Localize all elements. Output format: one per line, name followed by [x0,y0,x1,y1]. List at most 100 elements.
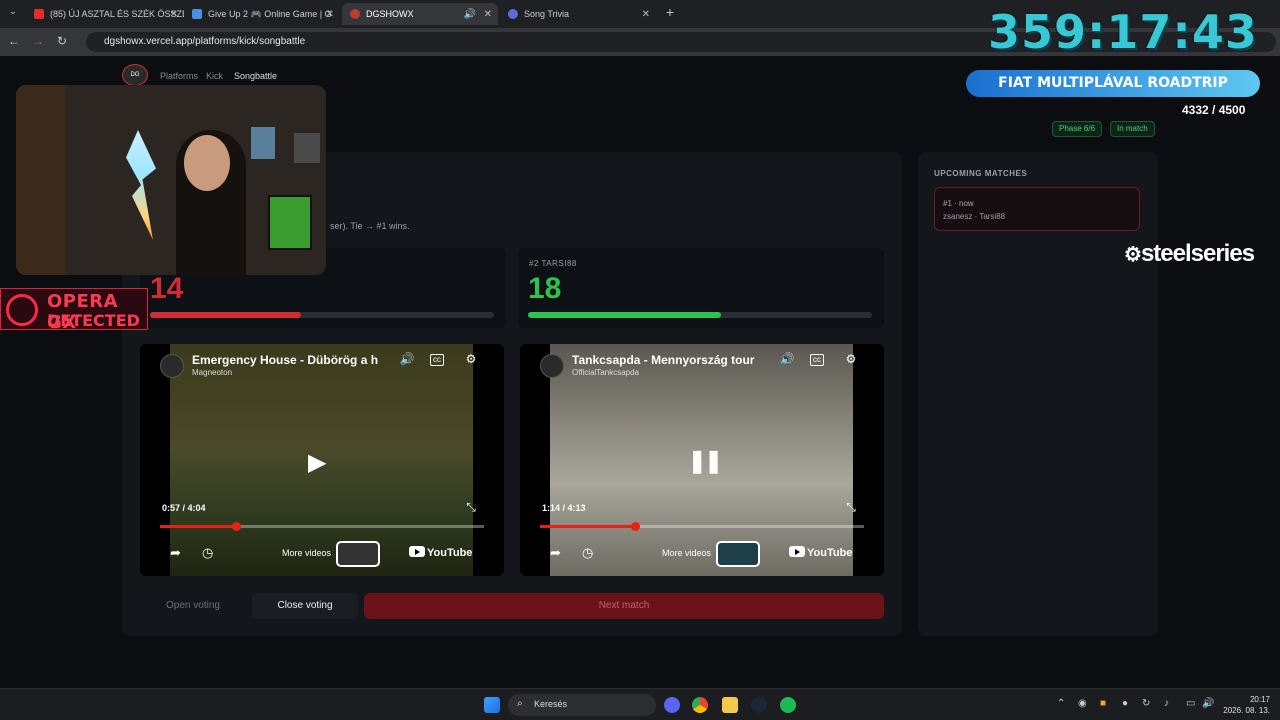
tab-2[interactable]: Give Up 2 🎮 Online Game | G ✕ [184,3,340,25]
breadcrumb-kick[interactable]: Kick [206,71,223,81]
new-tab-icon[interactable]: + [662,4,678,20]
fullscreen-icon[interactable]: ⤡ [842,500,860,516]
close-tab-icon[interactable]: ✕ [484,9,492,20]
video-2-scrubber-knob[interactable] [630,522,640,531]
volume-icon[interactable]: 🔊 [398,352,416,368]
tab-1-title: (85) ÚJ ASZTAL ÉS SZÉK ÖSSZE [50,9,184,19]
search-placeholder: Keresés [534,699,568,709]
close-tab-icon[interactable]: ✕ [642,9,650,20]
video-1-channel[interactable]: Magneoton [192,368,232,377]
share-icon[interactable]: ➦ [550,545,561,561]
settings-gear-icon[interactable]: ⚙ [462,352,480,368]
watch-later-icon[interactable]: ◷ [202,545,213,561]
taskbar-clock[interactable]: 20:17 2026. 08. 13. [1222,694,1270,716]
wall-poster-2 [294,133,320,163]
trivia-favicon-icon [508,9,518,19]
discord-icon[interactable] [664,697,680,713]
channel-avatar-icon[interactable] [160,354,184,378]
microphone-icon[interactable]: ♪ [1164,698,1169,709]
detected-label: DETECTED [47,311,140,330]
contestant-1-bar-fill [150,312,302,318]
contestant-2-bar-fill [528,312,721,318]
settings-gear-icon[interactable]: ⚙ [842,352,860,368]
captions-icon[interactable]: cc [430,354,444,366]
youtube-wordmark: YouTube [427,547,473,559]
pause-icon[interactable]: ❚❚ [688,448,723,474]
goal-progress: 4332 / 4500 [1182,103,1246,117]
dgshowx-favicon-icon [350,9,360,19]
upcoming-match-card[interactable] [934,187,1140,231]
upcoming-title: UPCOMING MATCHES [934,169,1028,178]
tray-app2-icon[interactable]: ● [1122,698,1128,709]
neon-lightning-icon [126,130,156,240]
close-tab-icon[interactable]: ✕ [326,9,334,20]
phase-badge: Phase 6/6 [1052,121,1103,137]
dgshowx-logo[interactable]: DG SHOWX [122,64,148,98]
video-1-title[interactable]: Emergency House - Dübörög a h [192,353,382,367]
more-videos-label[interactable]: More videos [662,548,711,558]
webcam-wall-panel [16,85,66,275]
next-match-button[interactable]: Next match [364,593,884,619]
forward-icon[interactable]: → [30,34,46,48]
speaker-icon[interactable]: 🔊 [464,9,476,20]
youtube-logo[interactable]: YouTube [409,546,472,559]
tab-4-title: Song Trivia [524,9,570,19]
tray-steam-icon[interactable]: ◉ [1078,698,1087,709]
green-poster [268,195,312,250]
wall-poster-1 [251,127,275,159]
video-1-time: 0:57 / 4:04 [162,503,206,513]
breadcrumb-platforms[interactable]: Platforms [160,71,198,81]
goal-banner: FIAT MULTIPLÁVAL ROADTRIP [966,70,1260,97]
volume-icon[interactable]: 🔊 [778,352,796,368]
open-voting-button[interactable]: Open voting [140,593,246,619]
clock-time: 20:17 [1249,695,1270,704]
steam-icon[interactable] [751,697,767,713]
video-2-channel[interactable]: OfficialTankcsapda [572,368,639,377]
taskbar-search[interactable]: ⌕ Keresés [508,694,656,716]
video-2-title[interactable]: Tankcsapda - Mennyország tour [572,353,762,367]
tray-sync-icon[interactable]: ↻ [1142,698,1150,709]
tab-1[interactable]: (85) ÚJ ASZTAL ÉS SZÉK ÖSSZE ✕ [26,3,184,25]
upcoming-match-players: zsanesz · Tarsi88 [943,212,1006,221]
more-videos-thumbnail[interactable] [716,541,760,567]
chrome-icon[interactable] [692,697,708,713]
spotify-icon[interactable] [780,697,796,713]
steelseries-logo: ⚙steelseries [1124,240,1255,268]
tab-3-active[interactable]: DGSHOWX 🔊 ✕ [342,3,498,25]
network-icon[interactable]: ▭ [1186,698,1195,709]
contestant-2-score: 18 [528,272,562,305]
tab-4[interactable]: Song Trivia ✕ [500,3,656,25]
tray-chevron-icon[interactable]: ⌃ [1057,698,1065,709]
more-videos-thumbnail[interactable] [336,541,380,567]
tray-app-icon[interactable]: ■ [1100,698,1106,709]
video-1-progress-bar[interactable] [160,522,484,531]
back-icon[interactable]: ← [6,34,22,48]
close-voting-button[interactable]: Close voting [252,593,358,619]
file-explorer-icon[interactable] [722,697,738,713]
share-icon[interactable]: ➦ [170,545,181,561]
search-icon: ⌕ [517,698,523,709]
close-tab-icon[interactable]: ✕ [170,9,178,20]
volume-tray-icon[interactable]: 🔊 [1202,698,1214,709]
watch-later-icon[interactable]: ◷ [582,545,593,561]
reload-icon[interactable]: ↻ [54,34,70,48]
captions-icon[interactable]: cc [810,354,824,366]
youtube-wordmark: YouTube [807,547,853,559]
youtube-logo[interactable]: YouTube [789,546,852,559]
video-2-progress-bar[interactable] [540,522,864,531]
fullscreen-icon[interactable]: ⤡ [462,500,480,516]
contestant-1-bar [150,312,494,318]
contestant-1-score: 14 [150,272,184,305]
channel-avatar-icon[interactable] [540,354,564,378]
windows-start-icon[interactable] [484,697,500,713]
video-player-1[interactable]: Emergency House - Dübörög a h Magneoton … [140,344,504,576]
upcoming-match-number: #1 · now [943,199,974,208]
tab-3-title: DGSHOWX [366,9,414,19]
play-icon[interactable]: ▶ [308,448,326,477]
more-videos-label[interactable]: More videos [282,548,331,558]
tab-2-title: Give Up 2 🎮 Online Game | G [208,8,332,19]
video-player-2[interactable]: Tankcsapda - Mennyország tour OfficialTa… [520,344,884,576]
tab-search-icon[interactable]: ⌄ [5,6,21,17]
video-2-progress-fill [540,525,635,528]
youtube-icon [409,546,425,557]
